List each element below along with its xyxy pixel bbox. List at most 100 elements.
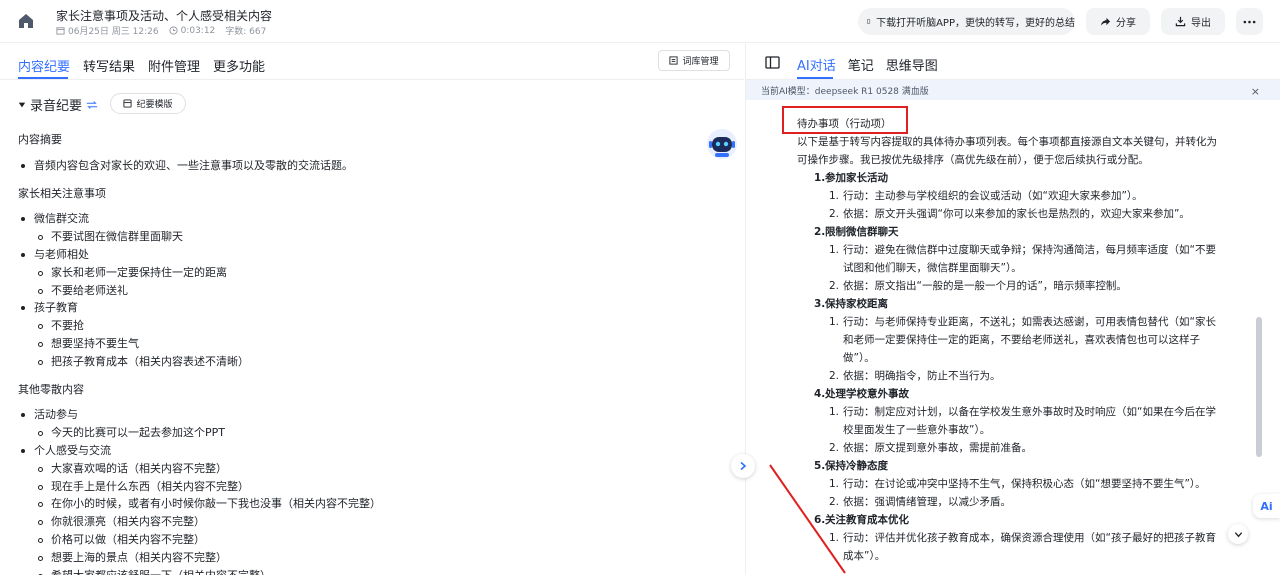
- item-number: 4.: [814, 388, 826, 400]
- sub-text: 依据：原文提到意外事故，需提前准备。: [843, 442, 1032, 454]
- sub-text: 依据：强调情绪管理，以减少矛盾。: [843, 496, 1011, 508]
- sub-list: 1. 行动：与老师保持专业距离，不送礼；如需表达感谢，可用表情包替代（如“家长和老…: [825, 313, 1217, 385]
- item-number: 6.: [814, 514, 826, 526]
- sub-list: 1. 行动：评估并优化孩子教育成本，确保资源合理使用（如“孩子最好的把孩子教育成本…: [825, 529, 1217, 565]
- sub-list-item: 想要上海的景点（相关内容不完整）: [18, 549, 708, 567]
- vocabulary-label: 词库管理: [682, 57, 719, 67]
- sub-text: 行动：主动参与学校组织的会议或活动（如“欢迎大家来参加”）。: [843, 190, 1143, 202]
- calendar-icon: [56, 27, 65, 35]
- action-item: 6. 关注教育成本优化 1. 行动：评估并优化孩子教育成本，确保资源合理使用（如“孩子…: [797, 511, 1217, 565]
- share-button[interactable]: 分享: [1086, 8, 1150, 35]
- sub-list-item: 希望大家都应该舒服一下（相关内容不完整）: [18, 567, 708, 575]
- scrollbar-thumb[interactable]: [1256, 317, 1262, 457]
- list-item: 与老师相处: [18, 246, 708, 264]
- book-icon: [669, 56, 679, 65]
- sub-number: 2.: [829, 442, 840, 454]
- sub-number: 2.: [829, 208, 840, 220]
- section-list: 音频内容包含对家长的欢迎、一些注意事项以及零散的交流话题。: [18, 157, 708, 175]
- sub-text: 依据：明确指令，防止不当行为。: [843, 370, 1001, 382]
- sub-list-item: 家长和老师一定要保持住一定的距离: [18, 264, 708, 282]
- sub-list-item: 不要抢: [18, 317, 708, 335]
- sub-list-item: 不要给老师送礼: [18, 282, 708, 300]
- duration-text: 0:03:12: [180, 25, 216, 36]
- section-title: 家长相关注意事项: [18, 186, 106, 200]
- download-app-text: 下载打开听脑APP，更快的转写，更好的总结: [876, 18, 1075, 29]
- sub-list-item: 在你小的时候，或者有小时候你敲一下我也没事（相关内容不完整）: [18, 495, 708, 513]
- export-button[interactable]: 导出: [1161, 8, 1225, 35]
- tab-transcript[interactable]: 转写结果: [83, 56, 135, 75]
- tab-summary[interactable]: 内容纪要: [18, 56, 70, 75]
- template-label: 纪要模版: [136, 100, 173, 110]
- sub-text: 行动：在讨论或冲突中坚持不生气，保持积极心态（如“想要坚持不要生气”）。: [843, 478, 1206, 490]
- top-header: 家长注意事项及活动、个人感受相关内容 06月25日 周三 12:26 0:03:…: [0, 0, 1280, 43]
- sub-item: 1. 行动：主动参与学校组织的会议或活动（如“欢迎大家来参加”）。: [825, 187, 1217, 205]
- duration-info: 0:03:12: [169, 25, 216, 36]
- close-icon[interactable]: ×: [1251, 85, 1260, 98]
- section-list: 微信群交流 不要试图在微信群里面聊天 与老师相处 家长和老师一定要保持住一定的距离 不要…: [18, 210, 708, 370]
- chevron-right-icon: [740, 461, 747, 471]
- sub-item: 2. 依据：原文开头强调“你可以来参加的家长也是热烈的，欢迎大家来参加”。: [825, 205, 1217, 223]
- tab-attachments[interactable]: 附件管理: [148, 56, 200, 75]
- sub-number: 1.: [829, 532, 840, 544]
- date-info: 06月25日 周三 12:26: [56, 24, 159, 37]
- tab-notes[interactable]: 笔记: [848, 55, 874, 74]
- tab-ai-chat[interactable]: AI对话: [797, 55, 836, 74]
- tab-more-features[interactable]: 更多功能: [213, 56, 265, 75]
- tab-mindmap[interactable]: 思维导图: [886, 55, 938, 74]
- sub-text: 行动：与老师保持专业距离，不送礼；如需表达感谢，可用表情包替代（如“家长和老师一…: [843, 316, 1216, 364]
- sub-number: 1.: [829, 244, 840, 256]
- swap-icon[interactable]: [86, 100, 98, 110]
- triangle-down-icon: [18, 102, 26, 107]
- sub-number: 1.: [829, 316, 840, 328]
- sub-list: 1. 行动：在讨论或冲突中坚持不生气，保持积极心态（如“想要坚持不要生气”）。 2.…: [825, 475, 1217, 511]
- sub-list-item: 不要试图在微信群里面聊天: [18, 228, 708, 246]
- summary-content: 内容摘要 音频内容包含对家长的欢迎、一些注意事项以及零散的交流话题。 家长相关注意事…: [18, 131, 708, 575]
- list-item: 孩子教育: [18, 299, 708, 317]
- sub-item: 1. 行动：与老师保持专业距离，不送礼；如需表达感谢，可用表情包替代（如“家长和老…: [825, 313, 1217, 367]
- phone-icon: [867, 19, 871, 24]
- action-item: 1. 参加家长活动 1. 行动：主动参与学校组织的会议或活动（如“欢迎大家来参加”）。…: [797, 169, 1217, 223]
- sub-item: 1. 行动：避免在微信群中过度聊天或争辩；保持沟通简洁，每月频率适度（如“不要试图…: [825, 241, 1217, 277]
- toggle-panel-button[interactable]: [731, 454, 755, 478]
- more-options-button[interactable]: [1236, 8, 1263, 35]
- page-title: 家长注意事项及活动、个人感受相关内容: [56, 9, 273, 23]
- share-label: 分享: [1116, 18, 1136, 29]
- sub-item: 2. 依据：原文提到意外事故，需提前准备。: [825, 439, 1217, 457]
- item-title: 限制微信群聊天: [825, 226, 899, 238]
- sub-number: 2.: [829, 370, 840, 382]
- home-icon[interactable]: [16, 11, 36, 31]
- word-count: 字数: 667: [225, 27, 267, 37]
- item-number: 2.: [814, 226, 826, 238]
- item-number: 1.: [814, 172, 826, 184]
- record-summary-header[interactable]: 录音纪要: [18, 95, 98, 114]
- item-title: 处理学校意外事故: [825, 388, 909, 400]
- sub-list: 1. 行动：避免在微信群中过度聊天或争辩；保持沟通简洁，每月频率适度（如“不要试图…: [825, 241, 1217, 295]
- chevron-down-icon: [1234, 531, 1242, 537]
- list-item: 音频内容包含对家长的欢迎、一些注意事项以及零散的交流话题。: [18, 157, 708, 175]
- left-tabs: 内容纪要 转写结果 附件管理 更多功能: [18, 56, 265, 75]
- section-title: 其他零散内容: [18, 382, 84, 396]
- item-number: 5.: [814, 460, 826, 472]
- item-number: 3.: [814, 298, 826, 310]
- share-icon: [1100, 17, 1111, 26]
- action-item: 2. 限制微信群聊天 1. 行动：避免在微信群中过度聊天或争辩；保持沟通简洁，每月频率…: [797, 223, 1217, 295]
- item-title: 关注教育成本优化: [825, 514, 909, 526]
- action-item: 5. 保持冷静态度 1. 行动：在讨论或冲突中坚持不生气，保持积极心态（如“想要坚持不…: [797, 457, 1217, 511]
- list-item: 活动参与: [18, 406, 708, 424]
- item-title: 参加家长活动: [825, 172, 888, 184]
- clock-icon: [169, 26, 178, 35]
- sub-item: 1. 行动：制定应对计划，以备在学校发生意外事故时及时响应（如“如果在今后在学校里…: [825, 403, 1217, 439]
- vocabulary-button[interactable]: 词库管理: [658, 50, 730, 71]
- sub-list-item: 想要坚持不要生气: [18, 335, 708, 353]
- template-button[interactable]: 纪要模版: [110, 93, 186, 114]
- sub-text: 依据：原文开头强调“你可以来参加的家长也是热烈的，欢迎大家来参加”。: [843, 208, 1190, 220]
- sidebar-toggle-icon[interactable]: [765, 56, 781, 70]
- scroll-to-bottom-button[interactable]: [1228, 524, 1248, 544]
- ai-badge-button[interactable]: Ai: [1253, 494, 1280, 518]
- action-list: 1. 参加家长活动 1. 行动：主动参与学校组织的会议或活动（如“欢迎大家来参加”）。…: [797, 169, 1217, 565]
- right-tabs: AI对话 笔记 思维导图: [797, 55, 938, 74]
- ai-assistant-robot-icon[interactable]: [705, 127, 739, 161]
- sub-list: 1. 行动：制定应对计划，以备在学校发生意外事故时及时响应（如“如果在今后在学校里…: [825, 403, 1217, 457]
- download-app-banner[interactable]: 下载打开听脑APP，更快的转写，更好的总结: [858, 8, 1075, 35]
